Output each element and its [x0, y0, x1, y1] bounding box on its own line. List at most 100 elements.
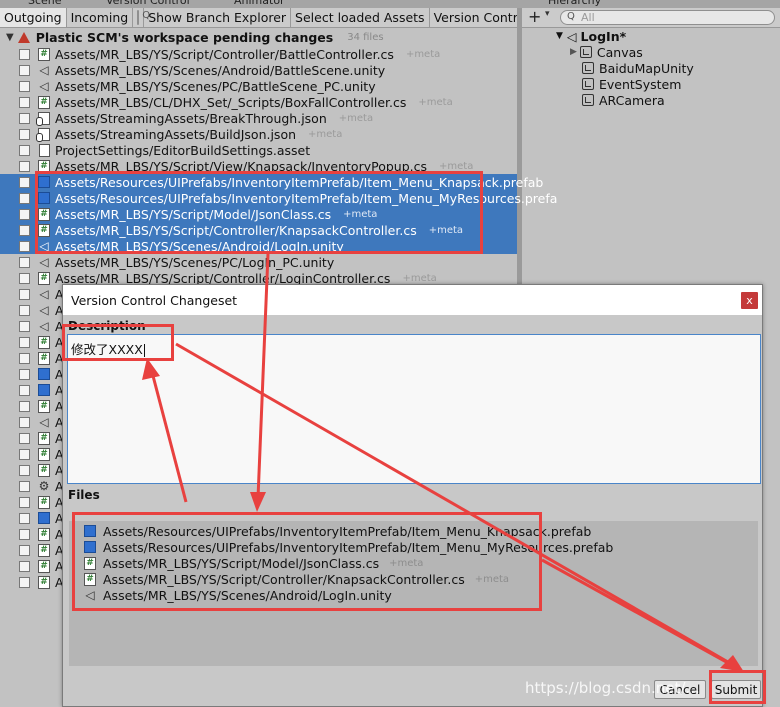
file-path: Assets/Resources/UIPrefabs/InventoryItem…	[55, 190, 558, 206]
hierarchy-scene-root[interactable]: ▼ ◁ LogIn*	[556, 28, 626, 44]
show-branch-explorer-button[interactable]: Show Branch Explorer	[143, 8, 292, 27]
meta-badge: +meta	[402, 272, 437, 284]
cs-icon: #	[37, 431, 51, 445]
file-checkbox[interactable]	[19, 400, 30, 412]
hierarchy-item-eventsystem[interactable]: EventSystem	[582, 76, 681, 92]
select-loaded-assets-button[interactable]: Select loaded Assets	[291, 8, 430, 27]
file-checkbox[interactable]	[19, 544, 30, 556]
collapse-arrow-icon[interactable]: ▶	[570, 47, 577, 57]
file-checkbox[interactable]	[19, 112, 30, 124]
pending-file-row[interactable]: ProjectSettings/EditorBuildSettings.asse…	[0, 142, 517, 158]
cs-icon: #	[37, 543, 51, 557]
pending-file-row[interactable]: Assets/Resources/UIPrefabs/InventoryItem…	[0, 174, 543, 190]
hierarchy-item-canvas[interactable]: ▶ Canvas	[570, 44, 643, 60]
file-checkbox[interactable]	[19, 512, 30, 524]
file-checkbox[interactable]	[19, 576, 30, 588]
hierarchy-item-baidumapunity[interactable]: BaiduMapUnity	[582, 60, 694, 76]
tab-hierarchy[interactable]: Hierarchy	[548, 0, 601, 8]
file-path: Assets/StreamingAssets/BreakThrough.json	[55, 110, 327, 126]
watermark: https://blog.csdn.net/...	[525, 679, 700, 697]
file-checkbox[interactable]	[19, 208, 30, 220]
pending-file-row[interactable]: Assets/StreamingAssets/BreakThrough.json…	[0, 110, 517, 126]
pending-file-row[interactable]: # Assets/MR_LBS/YS/Script/Controller/Batt…	[0, 46, 517, 62]
pending-file-row[interactable]: ◁ Assets/MR_LBS/YS/Scenes/Android/LogIn.u…	[0, 238, 517, 254]
changeset-file-row[interactable]: # Assets/MR_LBS/YS/Script/Controller/Knap…	[83, 571, 509, 587]
file-checkbox[interactable]	[19, 352, 30, 364]
version-control-menu-button[interactable]: Version Contr	[430, 8, 522, 27]
pending-file-row[interactable]: Assets/StreamingAssets/BuildJson.json +me…	[0, 126, 517, 142]
unity-icon: ◁	[39, 63, 49, 77]
file-checkbox[interactable]	[19, 528, 30, 540]
file-checkbox[interactable]	[19, 464, 30, 476]
file-path: Assets/Resources/UIPrefabs/InventoryItem…	[103, 539, 614, 555]
changeset-file-row[interactable]: ◁ Assets/MR_LBS/YS/Scenes/Android/LogIn.u…	[83, 587, 391, 603]
file-checkbox[interactable]	[19, 480, 30, 492]
pending-file-row[interactable]: ◁ Assets/MR_LBS/YS/Scenes/PC/LogIn_PC.uni…	[0, 254, 517, 270]
file-checkbox[interactable]	[19, 416, 30, 428]
changeset-file-row[interactable]: Assets/Resources/UIPrefabs/InventoryItem…	[83, 523, 591, 539]
file-checkbox[interactable]	[19, 272, 30, 284]
file-checkbox[interactable]	[19, 448, 30, 460]
unity-icon: ◁	[39, 303, 49, 317]
pending-file-row[interactable]: # Assets/MR_LBS/YS/Script/Model/JsonClass…	[0, 206, 517, 222]
file-checkbox[interactable]	[19, 176, 30, 188]
file-path: Assets/MR_LBS/YS/Script/Model/JsonClass.…	[55, 206, 332, 222]
hierarchy-search-input[interactable]: Q All	[560, 10, 775, 25]
changeset-file-row[interactable]: # Assets/MR_LBS/YS/Script/Model/JsonClass…	[83, 555, 423, 571]
file-checkbox[interactable]	[19, 160, 30, 172]
pending-file-row[interactable]: # Assets/MR_LBS/YS/Script/Controller/Knap…	[0, 222, 517, 238]
file-checkbox[interactable]	[19, 224, 30, 236]
pending-file-row[interactable]: # Assets/MR_LBS/CL/DHX_Set/_Scripts/BoxFa…	[0, 94, 517, 110]
changeset-file-row[interactable]: Assets/Resources/UIPrefabs/InventoryItem…	[83, 539, 613, 555]
hierarchy-item-arcamera[interactable]: ARCamera	[582, 92, 665, 108]
file-checkbox[interactable]	[19, 320, 30, 332]
file-checkbox[interactable]	[19, 240, 30, 252]
file-checkbox[interactable]	[19, 256, 30, 268]
file-checkbox[interactable]	[19, 432, 30, 444]
file-checkbox[interactable]	[19, 384, 30, 396]
pending-file-row[interactable]: ◁ Assets/MR_LBS/YS/Scenes/PC/BattleScene_…	[0, 78, 517, 94]
tab-version-control[interactable]: Version Control	[106, 0, 190, 8]
pending-changes-header[interactable]: ▼ Plastic SCM's workspace pending change…	[0, 28, 517, 46]
meta-badge: +meta	[418, 96, 453, 108]
meta-badge: +meta	[439, 160, 474, 172]
file-checkbox[interactable]	[19, 336, 30, 348]
add-object-button[interactable]: +	[528, 7, 541, 26]
submit-button[interactable]: Submit	[711, 680, 761, 699]
cs-icon: #	[83, 572, 97, 586]
text-caret	[143, 344, 145, 357]
tab-animator[interactable]: Animator	[234, 0, 285, 8]
close-button[interactable]: x	[741, 292, 758, 309]
pending-count: 34 files	[347, 31, 384, 43]
file-checkbox[interactable]	[19, 560, 30, 572]
chevron-down-icon[interactable]: ▾	[545, 9, 550, 19]
file-checkbox[interactable]	[19, 192, 30, 204]
hierarchy-item-label: EventSystem	[599, 76, 682, 92]
file-path: Assets/MR_LBS/CL/DHX_Set/_Scripts/BoxFal…	[55, 94, 407, 110]
pending-file-row[interactable]: Assets/Resources/UIPrefabs/InventoryItem…	[0, 190, 557, 206]
pending-file-row[interactable]: ◁ Assets/MR_LBS/YS/Scenes/Android/BattleS…	[0, 62, 517, 78]
expand-arrow-icon[interactable]: ▼	[556, 31, 563, 41]
file-checkbox[interactable]	[19, 144, 30, 156]
dialog-titlebar: Version Control Changeset	[63, 285, 762, 315]
tab-scene[interactable]: Scene	[28, 0, 62, 8]
outgoing-tab[interactable]: Outgoing	[0, 8, 67, 27]
file-checkbox[interactable]	[19, 304, 30, 316]
prefab-icon	[83, 524, 97, 538]
file-checkbox[interactable]	[19, 48, 30, 60]
file-path: Assets/Resources/UIPrefabs/InventoryItem…	[103, 523, 592, 539]
file-checkbox[interactable]	[19, 368, 30, 380]
file-checkbox[interactable]	[19, 64, 30, 76]
incoming-tab[interactable]: Incoming	[67, 8, 134, 27]
vc-search-input[interactable]: Q	[137, 10, 150, 25]
file-checkbox[interactable]	[19, 96, 30, 108]
file-checkbox[interactable]	[19, 496, 30, 508]
description-textarea[interactable]: 修改了XXXX	[67, 334, 761, 484]
file-checkbox[interactable]	[19, 128, 30, 140]
expand-arrow-icon[interactable]: ▼	[6, 32, 14, 43]
pending-file-row[interactable]: # Assets/MR_LBS/YS/Script/View/Knapsack/I…	[0, 158, 517, 174]
prefab-icon	[37, 383, 51, 397]
unity-icon: ◁	[85, 588, 95, 602]
file-checkbox[interactable]	[19, 80, 30, 92]
file-checkbox[interactable]	[19, 288, 30, 300]
